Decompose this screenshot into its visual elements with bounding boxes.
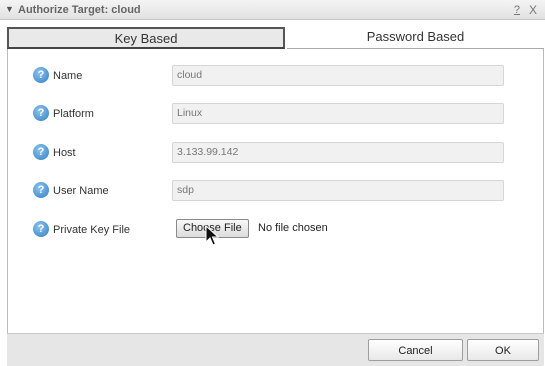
form-row-private-key-file: ? Private Key File Choose File No file c… xyxy=(8,219,545,241)
cancel-button[interactable]: Cancel xyxy=(368,339,463,361)
form-row-user-name: ? User Name sdp xyxy=(8,180,545,202)
dialog-footer: Cancel OK xyxy=(7,333,544,366)
form-row-platform: ? Platform Linux xyxy=(8,103,545,125)
tab-key-based[interactable]: Key Based xyxy=(7,27,285,49)
form-row-host: ? Host 3.133.99.142 xyxy=(8,142,545,164)
ok-button[interactable]: OK xyxy=(467,339,539,361)
host-label: Host xyxy=(53,147,76,159)
help-icon[interactable]: ? xyxy=(33,105,49,121)
close-icon[interactable]: X xyxy=(529,3,537,17)
form-row-name: ? Name cloud xyxy=(8,65,545,87)
authorize-target-dialog: ▼ Authorize Target: cloud ? X Key Based … xyxy=(0,0,545,366)
help-icon[interactable]: ? xyxy=(33,182,49,198)
platform-field[interactable]: Linux xyxy=(172,103,504,124)
user-name-label: User Name xyxy=(53,185,109,197)
help-icon[interactable]: ? xyxy=(33,144,49,160)
platform-label: Platform xyxy=(53,108,94,120)
host-field[interactable]: 3.133.99.142 xyxy=(172,142,504,163)
mouse-pointer-icon xyxy=(205,225,219,246)
file-status-text: No file chosen xyxy=(258,222,328,234)
help-icon[interactable]: ? xyxy=(33,221,49,237)
private-key-file-label: Private Key File xyxy=(53,224,131,236)
user-name-field[interactable]: sdp xyxy=(172,180,504,201)
auth-method-tabs: Key Based Password Based xyxy=(7,27,544,49)
name-field[interactable]: cloud xyxy=(172,65,504,86)
tab-password-based[interactable]: Password Based xyxy=(287,27,544,49)
help-icon[interactable]: ? xyxy=(33,67,49,83)
help-button[interactable]: ? xyxy=(514,4,520,16)
dialog-titlebar: ▼ Authorize Target: cloud ? X xyxy=(0,0,545,20)
name-label: Name xyxy=(53,70,83,82)
key-based-form: ? Name cloud ? Platform Linux ? Host 3.1… xyxy=(7,49,544,333)
dialog-title: Authorize Target: cloud xyxy=(18,4,141,16)
collapse-triangle-icon[interactable]: ▼ xyxy=(5,4,14,14)
